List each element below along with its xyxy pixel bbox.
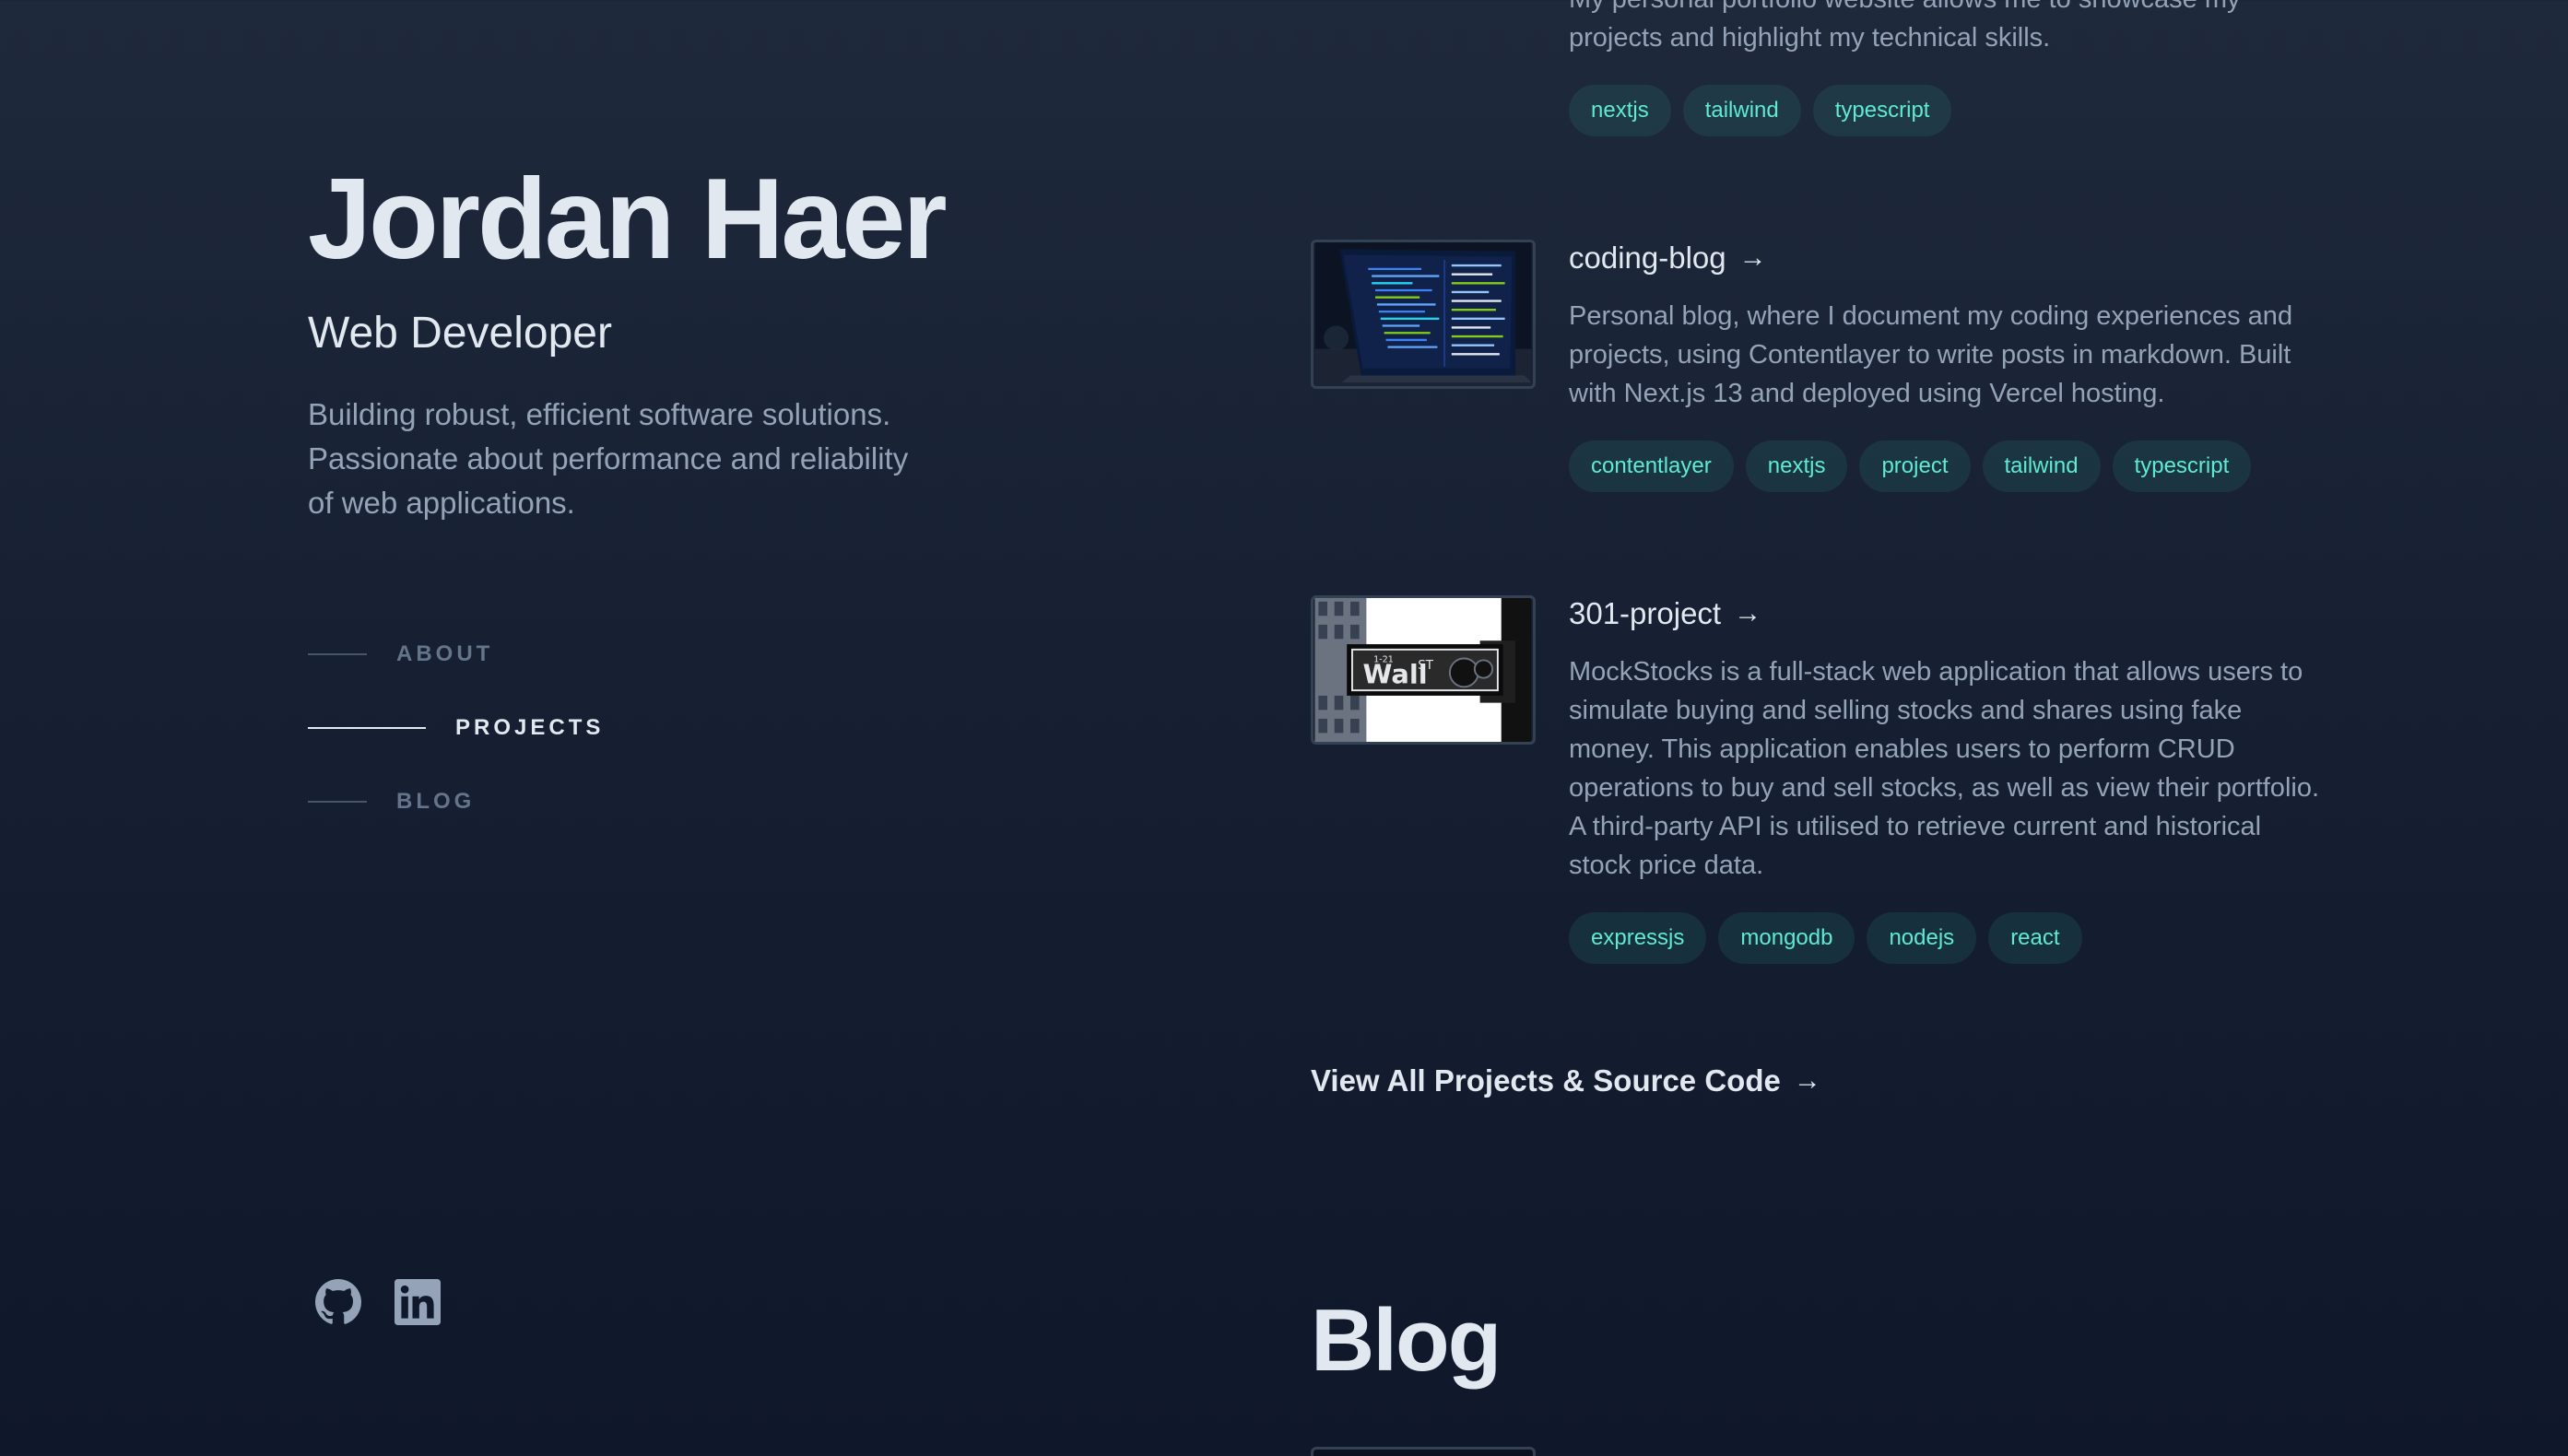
view-all-projects-link[interactable]: View All Projects & Source Code → [1311,1063,1821,1098]
nav-item-about[interactable]: ABOUT [308,617,604,691]
laptop-code-image [1314,242,1532,386]
nav-indicator [308,727,426,729]
tag: nextjs [1569,85,1671,136]
wall-street-sign-image: Wall 1-21 ST [1314,598,1532,742]
nav-indicator [308,653,367,655]
project-description: My personal portfolio website allows me … [1569,0,2241,53]
project-title-link[interactable]: 301-project → [1569,595,2325,632]
arrow-right-icon: → [1734,598,1762,628]
project-tags: expressjs mongodb nodejs react [1569,912,2325,964]
blog-post-thumbnail[interactable] [1311,1447,1536,1456]
project-description: MockStocks is a full-stack web applicati… [1569,657,2320,880]
project-title: coding-blog [1569,241,1726,275]
social-links [315,1279,441,1325]
project-description: Personal blog, where I document my codin… [1569,301,2293,408]
intro-text: Building robust, efficient software solu… [308,397,909,520]
sign-number-text: 1-21 [1373,654,1394,664]
tag: expressjs [1569,912,1707,964]
sidebar: Jordan Haer Web Developer Building robus… [308,0,1137,1456]
tag: nodejs [1867,912,1977,964]
tag: typescript [2112,440,2252,492]
tag: tailwind [1682,85,1801,136]
tag: contentlayer [1569,440,1734,492]
view-all-label: View All Projects & Source Code [1311,1063,1781,1098]
nav-label: ABOUT [396,641,494,666]
linkedin-icon[interactable] [395,1279,441,1325]
tag: project [1859,440,1971,492]
project-thumbnail [1311,240,1536,389]
site-name[interactable]: Jordan Haer [308,155,948,284]
project-body: coding-blog → Personal blog, where I doc… [1569,240,2325,492]
github-icon[interactable] [315,1279,361,1325]
project-title: 301-project [1569,596,1722,630]
arrow-right-icon: → [1793,1065,1821,1096]
blog-section-heading: Blog [1311,1291,1502,1390]
nav-label: PROJECTS [455,715,605,740]
page: Jordan Haer Web Developer Building robus… [0,0,2568,1456]
nav-item-blog[interactable]: BLOG [308,765,604,839]
tag: tailwind [1982,440,2101,492]
role-title: Web Developer [308,309,612,358]
arrow-right-icon: → [1738,242,1767,273]
tag: nextjs [1745,440,1848,492]
tag: typescript [1812,85,1952,136]
nav-label: BLOG [396,789,476,814]
project-tags: contentlayer nextjs project tailwind typ… [1569,440,2325,492]
project-thumbnail: Wall 1-21 ST [1311,595,1536,745]
nav-item-projects[interactable]: PROJECTS [308,691,604,765]
project-title-link[interactable]: coding-blog → [1569,240,2325,276]
nav-indicator [308,801,367,803]
main-content: My personal portfolio website allows me … [1311,0,2343,1456]
tag: mongodb [1718,912,1855,964]
project-tags: nextjs tailwind typescript [1569,85,1952,136]
project-body: 301-project → MockStocks is a full-stack… [1569,595,2325,964]
sign-st-text: ST [1418,658,1434,673]
section-nav: ABOUT PROJECTS BLOG [308,617,604,839]
tag: react [1988,912,2082,964]
